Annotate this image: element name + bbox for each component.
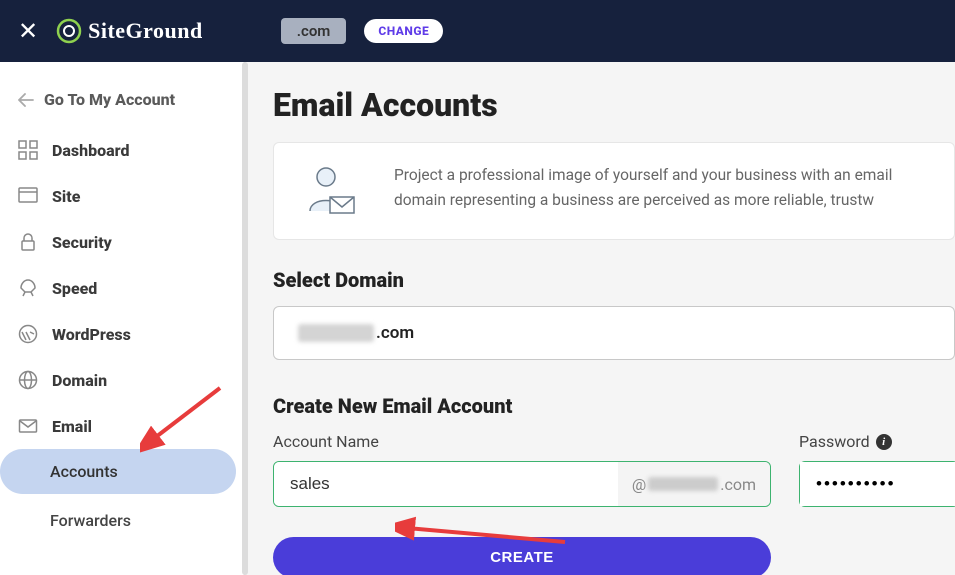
info-card: Project a professional image of yourself…: [273, 142, 955, 240]
sidebar-item-label: Email: [52, 417, 92, 436]
account-name-input[interactable]: [274, 462, 618, 506]
sidebar-sub-forwarders[interactable]: Forwarders: [0, 498, 236, 543]
sidebar-item-email[interactable]: Email: [0, 403, 244, 449]
change-domain-button[interactable]: CHANGE: [364, 19, 443, 43]
sidebar-item-label: Security: [52, 233, 112, 252]
sidebar-item-speed[interactable]: Speed: [0, 265, 244, 311]
dashboard-icon: [18, 140, 38, 160]
main-content: Email Accounts Project a professional im…: [245, 62, 955, 575]
page-title: Email Accounts: [273, 86, 955, 124]
sidebar-item-wordpress[interactable]: WordPress: [0, 311, 244, 357]
back-label: Go To My Account: [44, 90, 175, 109]
password-input-wrap: [799, 461, 955, 507]
password-input[interactable]: [800, 462, 955, 506]
domain-select[interactable]: .com: [273, 306, 955, 360]
app-header: ✕ SiteGround .com CHANGE: [0, 0, 955, 62]
sidebar-item-label: Domain: [52, 371, 107, 390]
close-icon[interactable]: ✕: [18, 17, 38, 45]
sidebar-item-site[interactable]: Site: [0, 173, 244, 219]
account-name-input-wrap: @ .com: [273, 461, 771, 507]
sidebar-sub-accounts[interactable]: Accounts: [0, 449, 236, 494]
sidebar: Go To My Account Dashboard Site Security…: [0, 62, 245, 575]
password-label: Password i: [799, 432, 955, 451]
globe-icon: [18, 370, 38, 390]
sidebar-sub-label: Forwarders: [50, 511, 131, 530]
sidebar-sub-label: Accounts: [50, 462, 118, 481]
create-section-title: Create New Email Account: [273, 394, 955, 418]
current-domain-badge: .com: [281, 18, 347, 44]
logo[interactable]: SiteGround: [56, 18, 203, 44]
sidebar-item-label: Speed: [52, 279, 97, 298]
info-text: Project a professional image of yourself…: [394, 163, 926, 219]
info-icon[interactable]: i: [876, 434, 892, 450]
account-name-label: Account Name: [273, 432, 771, 451]
sidebar-item-dashboard[interactable]: Dashboard: [0, 127, 244, 173]
domain-tld: .com: [376, 323, 414, 343]
arrow-left-icon: [18, 93, 34, 107]
sidebar-item-label: Site: [52, 187, 80, 206]
sidebar-item-label: Dashboard: [52, 141, 129, 160]
logo-text: SiteGround: [88, 18, 203, 44]
sidebar-item-domain[interactable]: Domain: [0, 357, 244, 403]
account-name-group: Account Name @ .com CREATE: [273, 432, 771, 575]
lock-icon: [18, 232, 38, 252]
select-domain-title: Select Domain: [273, 268, 955, 292]
envelope-icon: [18, 416, 38, 436]
sidebar-item-label: WordPress: [52, 325, 131, 344]
logo-icon: [56, 18, 82, 44]
password-group: Password i: [799, 432, 955, 575]
sidebar-item-security[interactable]: Security: [0, 219, 244, 265]
account-domain-suffix: @ .com: [618, 462, 770, 506]
wordpress-icon: [18, 324, 38, 344]
rocket-icon: [18, 278, 38, 298]
create-form-row: Account Name @ .com CREATE Password i: [273, 432, 955, 575]
back-to-account-link[interactable]: Go To My Account: [0, 80, 244, 127]
domain-name-redacted: [298, 324, 374, 342]
create-button[interactable]: CREATE: [273, 537, 771, 575]
site-icon: [18, 186, 38, 206]
person-mail-icon: [302, 163, 358, 219]
